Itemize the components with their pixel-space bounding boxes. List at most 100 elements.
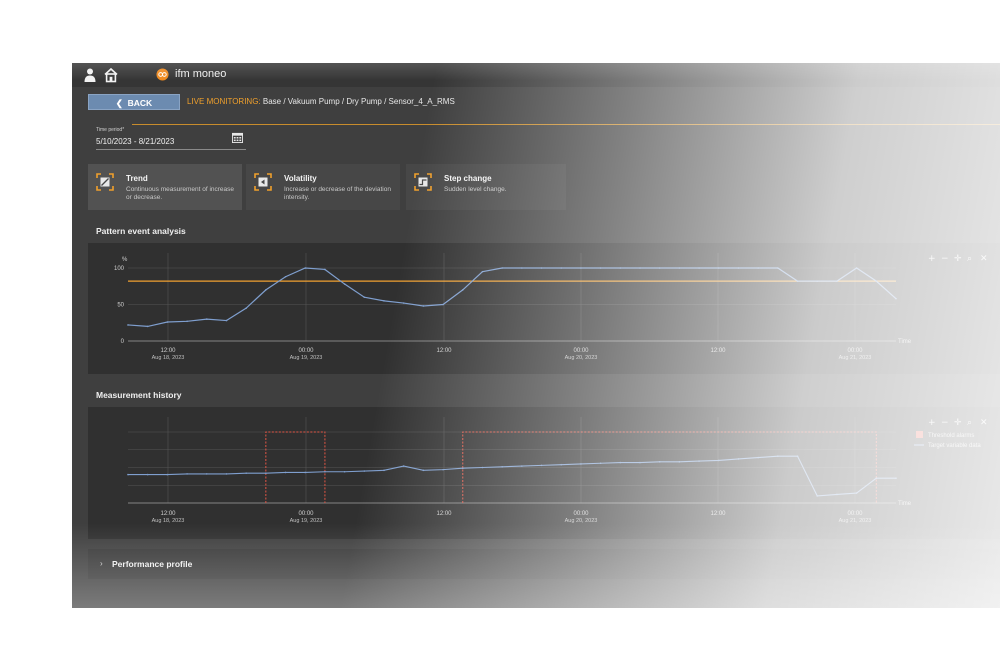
target-variable-point	[205, 473, 208, 475]
target-variable-point	[363, 470, 366, 472]
tab-step-change-desc: Sudden level change.	[444, 186, 507, 193]
target-variable-point	[481, 466, 484, 469]
home-icon[interactable]	[103, 67, 119, 83]
trend-point	[678, 267, 681, 269]
x-axis-label: Time	[898, 339, 912, 345]
history-toolbar-minus-icon[interactable]: −	[941, 418, 949, 428]
pattern-toolbar-zoom-icon[interactable]: ⌕	[967, 254, 972, 264]
target-variable-point	[402, 465, 405, 467]
tab-volatility-title: Volatility	[284, 174, 317, 183]
pattern-toolbar-plus-icon[interactable]: +	[928, 254, 936, 264]
x-tick-time: 00:00	[847, 511, 863, 517]
target-variable-point	[757, 456, 759, 459]
history-toolbar-zoom-icon[interactable]: ⌕	[967, 418, 972, 428]
x-tick-time: 00:00	[298, 511, 314, 517]
trend-point	[481, 270, 484, 273]
trend-point	[245, 307, 247, 309]
tab-step-change-title: Step change	[444, 174, 492, 183]
pattern-toolbar-minus-icon[interactable]: −	[941, 254, 949, 264]
trend-point	[658, 267, 661, 269]
trend-point	[225, 319, 228, 322]
target-variable-point	[127, 473, 129, 476]
target-variable-point	[324, 470, 326, 473]
x-tick-time: 12:00	[436, 511, 452, 517]
target-variable-point	[895, 477, 897, 479]
history-toolbar-reset-icon[interactable]: ✕	[980, 418, 988, 428]
target-variable-point	[521, 465, 523, 467]
trend-point	[540, 267, 543, 269]
target-variable-point	[422, 469, 425, 472]
target-variable-point	[599, 462, 602, 465]
history-toolbar-pan-icon[interactable]: ✛	[954, 418, 962, 428]
calendar-icon[interactable]	[232, 132, 243, 143]
trend-point	[265, 289, 267, 291]
trend-point	[717, 267, 720, 269]
tab-trend[interactable]: Trend Continuous measurement of increase…	[88, 164, 242, 210]
x-tick-time: 00:00	[573, 511, 589, 517]
top-bar: ifm moneo	[72, 63, 1000, 87]
history-chart: 12:00Aug 18, 202300:00Aug 19, 202312:00 0…	[127, 417, 988, 524]
pattern-toolbar-reset-icon[interactable]: ✕	[980, 254, 988, 264]
trend-point	[501, 267, 503, 269]
trend-point	[639, 267, 641, 269]
x-tick-time: 00:00	[298, 348, 314, 354]
x-tick-date: Aug 21, 2023	[839, 355, 872, 361]
moneo-logo-icon	[156, 68, 169, 81]
target-variable-point	[284, 471, 287, 474]
breadcrumb-path[interactable]: Base / Vakuum Pump / Dry Pump / Sensor_4…	[263, 97, 455, 106]
performance-profile-panel[interactable]: › Performance profile	[88, 549, 1000, 579]
pattern-toolbar-pan-icon[interactable]: ✛	[954, 254, 962, 264]
target-variable-point	[796, 455, 799, 457]
trend-point	[127, 324, 129, 326]
trend-point	[166, 321, 169, 323]
trend-point	[402, 302, 405, 304]
trend-point	[796, 280, 799, 282]
trend-icon	[96, 173, 114, 191]
target-variable-point	[461, 467, 464, 470]
target-variable-point	[875, 477, 878, 479]
tab-trend-desc: Continuous measurement of increase or de…	[126, 186, 235, 201]
y-tick-label: 50	[117, 303, 124, 309]
legend-label-alarms: Threshold alarms	[928, 433, 974, 439]
trend-point	[363, 296, 366, 298]
target-variable-point	[678, 461, 681, 463]
history-toolbar-plus-icon[interactable]: +	[928, 418, 936, 428]
history-chart-panel: 12:00 Aug 18, 2023 00:00 Aug 19, 2023 12:00 0…	[88, 407, 1000, 539]
tab-step-change[interactable]: Step change Sudden level change.	[406, 164, 566, 210]
back-button[interactable]: ❮ BACK	[88, 94, 180, 110]
target-variable-point	[658, 461, 661, 463]
trend-point	[461, 289, 464, 291]
trend-point	[757, 267, 759, 269]
trend-point	[205, 318, 208, 320]
trend-point	[422, 305, 425, 307]
target-variable-point	[442, 468, 444, 471]
x-tick-time: 12:00	[160, 348, 176, 354]
trend-point	[836, 280, 838, 282]
trend-point	[855, 267, 858, 269]
target-variable-point	[717, 459, 720, 462]
target-variable-point	[560, 463, 563, 466]
x-tick-time: 00:00	[573, 348, 589, 354]
trend-point	[580, 267, 582, 269]
time-period-label: Time period*	[96, 127, 125, 133]
target-variable-point	[836, 493, 838, 496]
back-button-label: BACK	[127, 98, 153, 108]
tab-volatility[interactable]: Volatility Increase or decrease of the d…	[246, 164, 400, 210]
performance-profile-title: Performance profile	[112, 559, 193, 569]
x-tick-time: 00:00	[847, 348, 863, 354]
legend-swatch-alarms	[916, 431, 923, 438]
x-axis-label: Time	[898, 501, 912, 507]
time-period-field[interactable]: 5/10/2023 - 8/21/2023	[96, 137, 174, 146]
trend-point	[777, 267, 779, 269]
tab-volatility-desc: Increase or decrease of the deviation in…	[284, 186, 391, 201]
trend-point	[324, 268, 326, 271]
trend-point	[737, 267, 740, 269]
pattern-chart-panel: % 100 50 0 12:00 Aug 18, 2023 00:00 Aug 19, 202…	[88, 243, 1000, 374]
user-icon[interactable]	[82, 67, 98, 83]
app-window: ifm moneo ❮ BACK LIVE MONITORING: Base /…	[72, 63, 1000, 608]
header-divider	[132, 124, 1000, 125]
trend-point	[599, 267, 602, 269]
trend-point	[304, 267, 307, 269]
x-tick-date: Aug 19, 2023	[290, 355, 323, 361]
volatility-icon	[254, 173, 272, 191]
